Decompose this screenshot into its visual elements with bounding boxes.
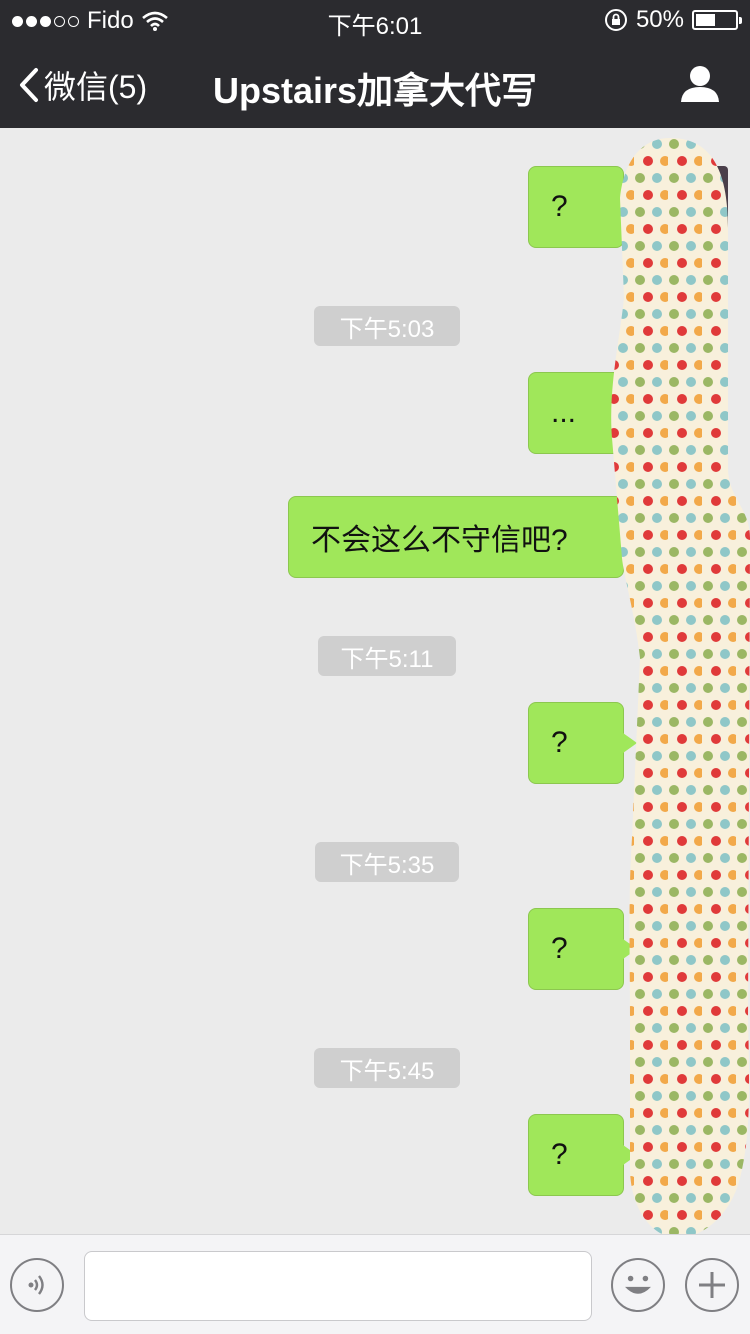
profile-icon: [681, 66, 719, 102]
rotation-lock-icon: [604, 9, 627, 31]
profile-button[interactable]: [680, 64, 720, 109]
chat-title: Upstairs加拿大代写: [212, 70, 538, 111]
battery-icon: [692, 10, 742, 30]
plus-icon: [699, 1272, 725, 1298]
status-bar: Fido 下午6:01 50%: [0, 0, 750, 40]
emoji-button[interactable]: [611, 1258, 665, 1312]
message-bubble[interactable]: 不会这么不守信吧?: [288, 496, 637, 578]
voice-button[interactable]: [10, 1258, 64, 1312]
nav-bar: 微信(5) Upstairs加拿大代写: [0, 40, 750, 128]
timestamp: 下午5:03: [314, 306, 460, 346]
timestamp: 下午5:11: [318, 636, 456, 676]
timestamp: 下午5:35: [315, 842, 459, 882]
emoji-icon: [625, 1275, 651, 1294]
privacy-scribble-overlay: [611, 138, 750, 1238]
message-input[interactable]: [84, 1251, 592, 1321]
add-button[interactable]: [685, 1258, 739, 1312]
battery-group: 50%: [604, 6, 742, 34]
top-bar: Fido 下午6:01 50% 微信(5) Upstairs加拿大代写: [0, 0, 750, 128]
input-bar: [0, 1234, 750, 1334]
timestamp: 下午5:45: [314, 1048, 460, 1088]
voice-icon: [28, 1275, 44, 1295]
battery-percent: 50%: [635, 6, 684, 33]
